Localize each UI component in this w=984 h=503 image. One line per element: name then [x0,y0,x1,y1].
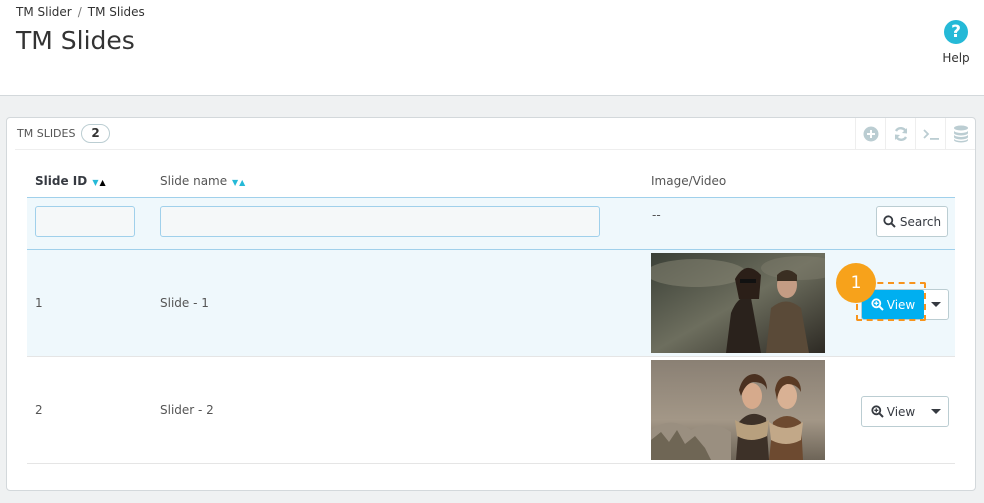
column-label-id: Slide ID [35,174,88,188]
table-row[interactable]: 1 Slide - 1 View 1 [27,250,955,357]
sort-desc-icon[interactable]: ▼ [232,178,238,187]
help-label[interactable]: Help [938,51,974,65]
filter-id-input[interactable] [35,206,135,237]
caret-down-icon [931,302,941,307]
view-label: View [886,404,916,419]
table-header: Slide ID ▼▲ Slide name ▼▲ Image/Video [27,166,955,198]
slide-name: Slide - 1 [160,296,209,310]
column-label-name: Slide name [160,174,228,188]
panel-heading: TM SLIDES 2 [15,118,975,150]
slide-thumbnail [651,360,825,460]
row-actions: View [861,289,949,320]
slide-name: Slider - 2 [160,403,214,417]
sql-query-button[interactable] [915,118,945,150]
slide-thumbnail [651,253,825,353]
slide-id: 2 [35,403,43,417]
breadcrumb-current[interactable]: TM Slides [88,5,145,19]
export-button[interactable] [945,118,975,150]
filter-row: -- Search [27,198,955,250]
filter-media-placeholder: -- [652,208,661,222]
slides-table: Slide ID ▼▲ Slide name ▼▲ Image/Video --… [27,166,955,464]
database-icon [953,125,968,143]
sort-asc-icon[interactable]: ▲ [100,178,106,187]
view-button[interactable]: View [862,397,924,426]
actions-dropdown-toggle[interactable] [924,397,948,426]
panel-toolbar [855,118,975,150]
search-icon [883,215,896,228]
view-label: View [886,297,916,312]
page-title: TM Slides [16,26,135,55]
page-header: TM Slider / TM Slides TM Slides ? Help [0,0,984,96]
refresh-icon [894,127,907,141]
table-row[interactable]: 2 Slider - 2 View [27,357,955,464]
breadcrumb: TM Slider / TM Slides [16,5,145,19]
column-header-slide-name: Slide name ▼▲ [160,174,245,188]
search-label: Search [899,214,942,229]
zoom-in-icon [871,298,884,311]
slide-id: 1 [35,296,43,310]
refresh-button[interactable] [885,118,915,150]
column-header-slide-id: Slide ID ▼▲ [35,174,106,188]
column-header-image-video: Image/Video [651,174,727,188]
actions-dropdown-toggle[interactable] [924,290,948,319]
question-mark-icon[interactable]: ? [944,20,968,44]
sort-desc-icon[interactable]: ▼ [92,178,98,187]
zoom-in-icon [871,405,884,418]
help-button[interactable]: ? Help [938,20,974,65]
sort-asc-icon[interactable]: ▲ [239,178,245,187]
caret-down-icon [931,409,941,414]
breadcrumb-separator: / [77,5,82,19]
callout-marker: 1 [836,263,876,303]
row-actions: View [861,396,949,427]
slides-panel: TM SLIDES 2 Slide ID ▼▲ Slide name ▼▲ Im… [6,117,976,491]
search-button[interactable]: Search [876,206,948,237]
count-badge: 2 [81,124,110,143]
terminal-icon [922,129,939,140]
breadcrumb-parent[interactable]: TM Slider [16,5,72,19]
panel-title: TM SLIDES [17,127,76,140]
add-new-button[interactable] [855,118,885,150]
filter-name-input[interactable] [160,206,600,237]
add-circle-icon [863,126,878,142]
